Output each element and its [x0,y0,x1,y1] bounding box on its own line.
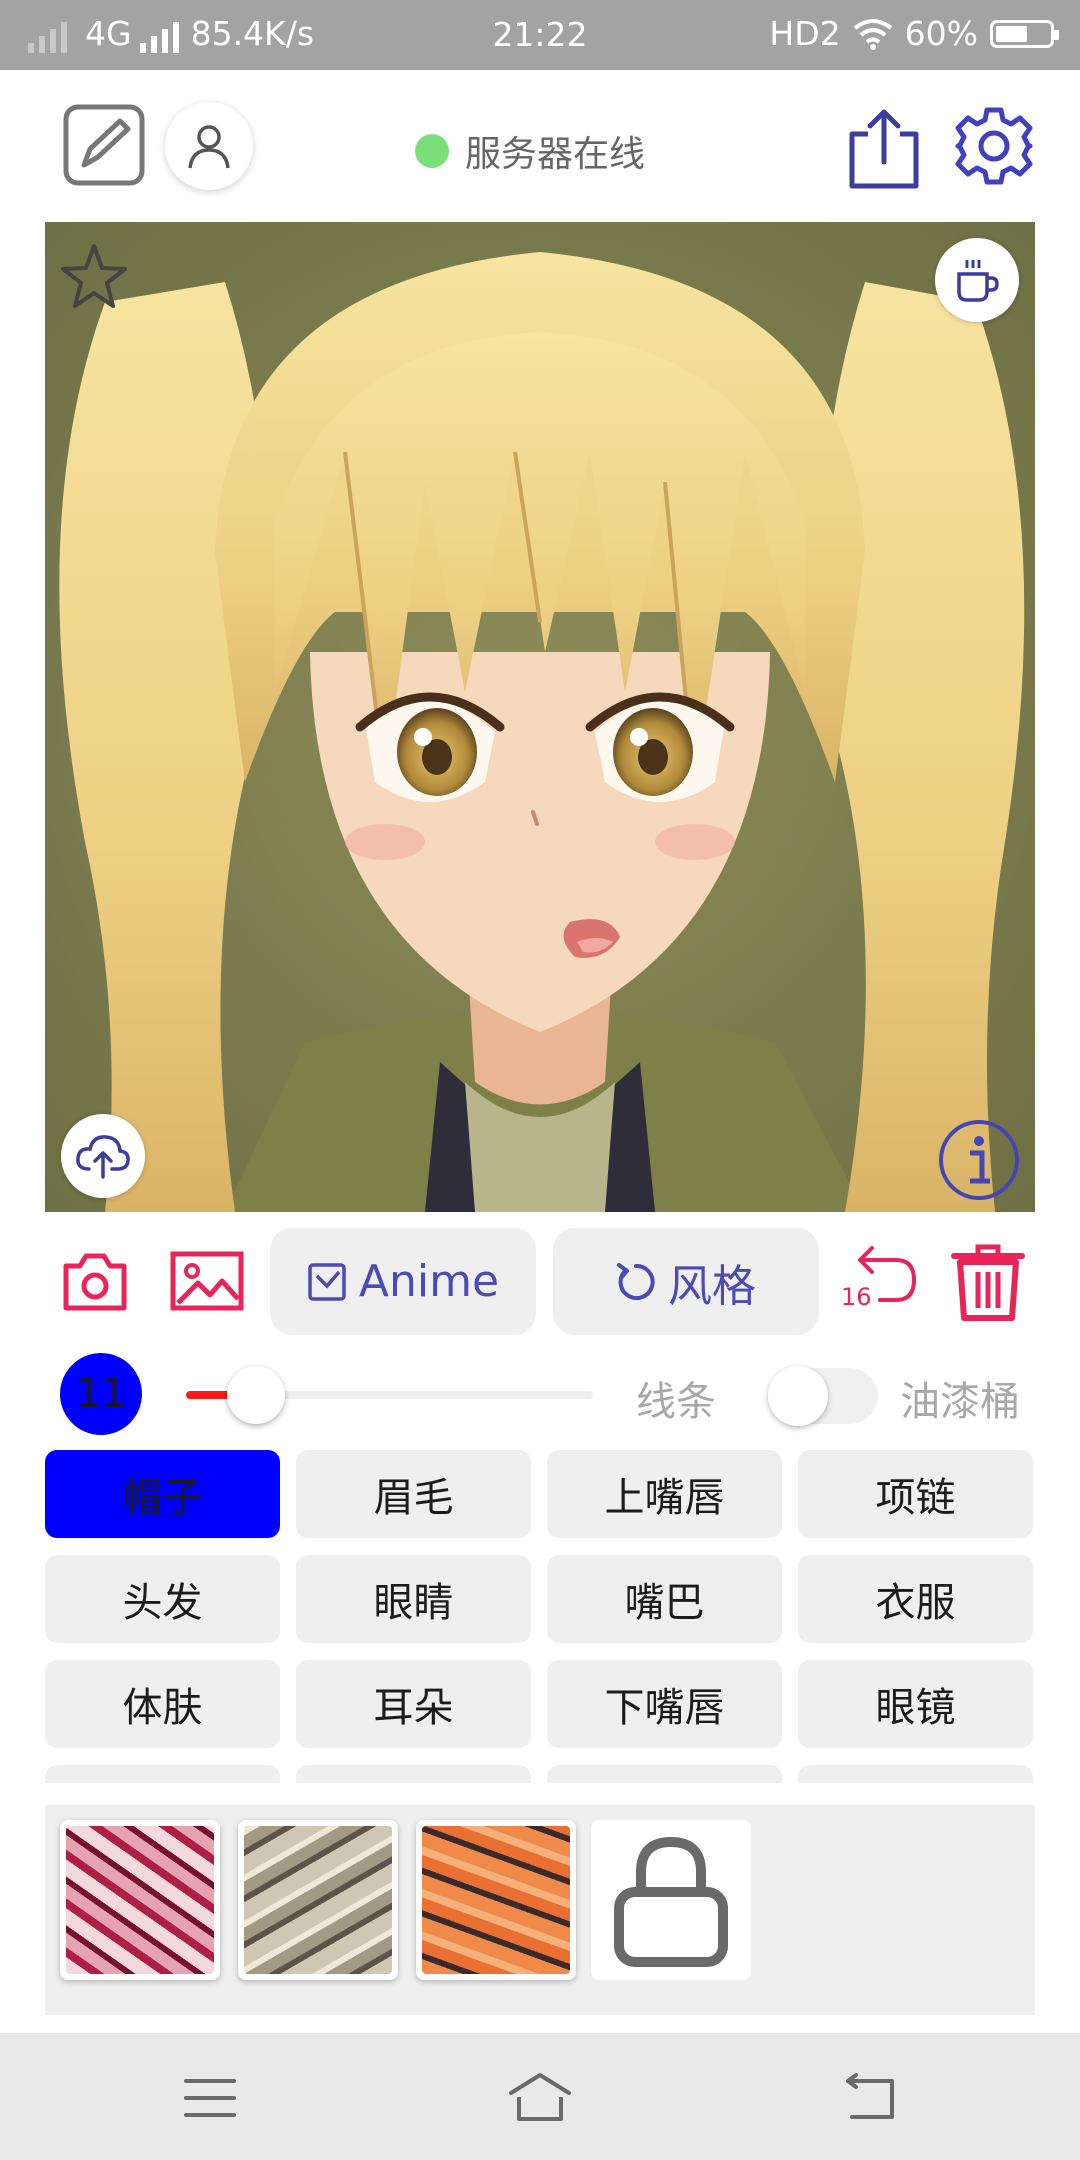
coffee-icon [957,260,999,302]
part-row-partial[interactable] [798,1765,1033,1783]
account-button[interactable] [165,102,253,190]
part-ears[interactable]: 耳朵 [296,1660,531,1748]
tool-row: Anime 风格 16 [0,1225,1080,1335]
edit-icon [63,104,145,186]
part-necklace[interactable]: 项链 [798,1450,1033,1538]
style-label: 风格 [668,1260,756,1312]
back-icon [846,2073,894,2119]
edit-button[interactable] [62,103,146,187]
checkbox-icon [308,1262,346,1301]
model-select-button[interactable]: Anime [270,1228,536,1335]
star-icon [61,244,127,308]
settings-button[interactable] [952,104,1036,188]
part-row-partial[interactable] [296,1765,531,1783]
part-hair[interactable]: 头发 [45,1555,280,1643]
brush-settings: 11 线条 油漆桶 [0,1350,1080,1440]
battery-icon [990,19,1059,48]
part-skin[interactable]: 体肤 [45,1660,280,1748]
camera-icon [63,1253,127,1311]
home-button[interactable] [505,2071,575,2125]
part-clothes[interactable]: 衣服 [798,1555,1033,1643]
part-eyes[interactable]: 眼睛 [296,1555,531,1643]
lock-icon [614,1836,728,1967]
paint-bucket-toggle[interactable] [768,1366,878,1426]
menu-icon [184,2079,236,2117]
user-icon [188,125,230,169]
donate-button[interactable] [935,238,1019,322]
system-nav-bar [0,2033,1080,2160]
model-label: Anime [358,1256,500,1307]
drawing-canvas[interactable] [45,222,1035,1212]
part-hat[interactable]: 帽子 [45,1450,280,1538]
part-mouth[interactable]: 嘴巴 [547,1555,782,1643]
generated-anime-portrait [45,222,1035,1212]
server-status-label: 服务器在线 [465,134,646,175]
upload-image-button[interactable] [61,1114,145,1198]
app-header: 服务器在线 [0,70,1080,220]
paint-bucket-label: 油漆桶 [900,1379,1020,1425]
battery-percent: 60% [904,14,978,53]
undo-count: 16 [841,1283,872,1311]
texture-orange[interactable] [416,1820,576,1980]
delete-button[interactable] [950,1242,1026,1322]
hd-indicator: HD2 [769,14,841,53]
style-button[interactable]: 风格 [553,1228,819,1335]
settings-icon [955,107,1033,185]
trash-icon [951,1244,1025,1321]
texture-pink[interactable] [60,1820,220,1980]
favorite-button[interactable] [59,242,129,312]
undo-button[interactable]: 16 [840,1240,920,1320]
part-row-partial[interactable] [547,1765,782,1783]
toggle-knob [768,1366,828,1426]
image-icon [170,1251,244,1311]
brush-size-slider[interactable] [186,1366,593,1424]
recent-apps-button[interactable] [180,2073,240,2123]
refresh-icon [617,1262,655,1300]
part-lower-lip[interactable]: 下嘴唇 [547,1660,782,1748]
texture-palette [45,1805,1035,2015]
info-icon [939,1120,1019,1200]
server-status: 服务器在线 [415,125,645,177]
line-mode-label[interactable]: 线条 [636,1369,716,1427]
home-icon [509,2073,571,2121]
part-row-partial[interactable] [45,1765,280,1783]
part-glasses[interactable]: 眼镜 [798,1660,1033,1748]
status-bar: 4G 85.4K/s 21:22 HD2 60% [0,0,1080,70]
share-button[interactable] [846,106,922,190]
texture-grey[interactable] [238,1820,398,1980]
gallery-button[interactable] [170,1251,244,1311]
part-eyebrows[interactable]: 眉毛 [296,1450,531,1538]
slider-thumb[interactable] [226,1366,285,1424]
back-button[interactable] [840,2073,900,2123]
share-icon [849,109,919,189]
part-upper-lip[interactable]: 上嘴唇 [547,1450,782,1538]
camera-button[interactable] [62,1250,128,1312]
info-button[interactable] [938,1119,1020,1201]
locked-texture-slot[interactable] [591,1820,751,1980]
brush-size-indicator: 11 [60,1353,142,1435]
server-status-dot [415,134,449,168]
cloud-upload-icon [76,1135,130,1179]
wifi-icon [853,18,892,50]
